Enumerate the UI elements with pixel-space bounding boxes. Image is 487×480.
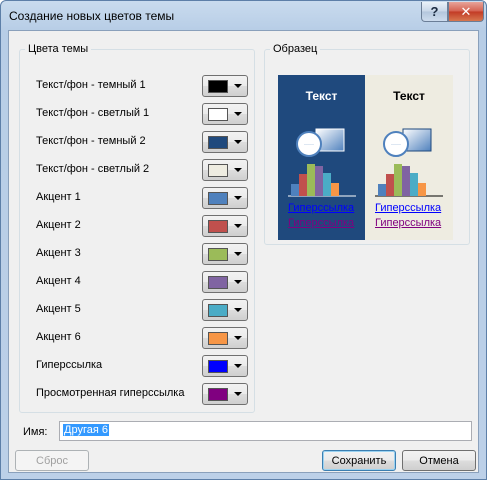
dropdown-arrow-icon: [234, 280, 242, 284]
color-row-label: Гиперссылка: [36, 359, 103, 371]
save-button[interactable]: Сохранить: [322, 450, 396, 471]
dialog-window: Создание новых цветов темы ? ✕ Цвета тем…: [0, 0, 487, 480]
color-row-label: Текст/фон - светлый 1: [36, 107, 150, 119]
dialog-client-area: Цвета темы Текст/фон - темный 1 Текст/фон…: [8, 30, 479, 473]
color-row: Текст/фон - темный 1: [36, 75, 252, 97]
color-picker-button[interactable]: [202, 187, 248, 209]
color-swatch: [208, 304, 228, 317]
color-picker-button[interactable]: [202, 243, 248, 265]
color-row-label: Акцент 1: [36, 191, 81, 203]
sample-dark-visited-hyperlink: Гиперссылка: [288, 217, 355, 229]
sample-dark-title: Текст: [305, 89, 338, 103]
help-button[interactable]: ?: [421, 2, 448, 22]
color-swatch: [208, 164, 228, 177]
color-row: Акцент 1: [36, 187, 252, 209]
sample-group: Образец Текст ····· Гиперссылка Гиперссы…: [264, 43, 470, 245]
color-row-label: Акцент 3: [36, 247, 81, 259]
color-row: Акцент 3: [36, 243, 252, 265]
color-swatch: [208, 332, 228, 345]
name-input-value: Другая 6: [63, 424, 109, 436]
color-swatch: [208, 276, 228, 289]
color-swatch: [208, 136, 228, 149]
sample-light-title: Текст: [393, 89, 425, 103]
dropdown-arrow-icon: [234, 224, 242, 228]
color-row-label: Текст/фон - темный 1: [36, 79, 146, 91]
svg-text:·····: ·····: [391, 142, 401, 148]
dropdown-arrow-icon: [234, 140, 242, 144]
close-icon: ✕: [460, 3, 472, 19]
color-row: Текст/фон - темный 2: [36, 131, 252, 153]
svg-text:·····: ·····: [304, 142, 314, 148]
dropdown-arrow-icon: [234, 196, 242, 200]
color-swatch: [208, 108, 228, 121]
color-row: Акцент 4: [36, 271, 252, 293]
name-input[interactable]: Другая 6: [59, 421, 472, 441]
color-swatch: [208, 220, 228, 233]
window-title: Создание новых цветов темы: [9, 9, 175, 23]
color-row: Просмотренная гиперссылка: [36, 383, 252, 405]
sample-preview-dark: Текст ····· Гиперссылка Гиперссылка: [278, 75, 365, 240]
color-row: Гиперссылка: [36, 355, 252, 377]
sample-legend: Образец: [273, 43, 318, 55]
color-row: Текст/фон - светлый 2: [36, 159, 252, 181]
color-row: Текст/фон - светлый 1: [36, 103, 252, 125]
color-row: Акцент 2: [36, 215, 252, 237]
dropdown-arrow-icon: [234, 392, 242, 396]
color-row: Акцент 6: [36, 327, 252, 349]
cancel-button-label: Отмена: [419, 454, 459, 467]
theme-colors-legend: Цвета темы: [28, 43, 89, 55]
sample-dark-hyperlink: Гиперссылка: [288, 202, 355, 214]
save-button-label: Сохранить: [331, 454, 387, 467]
color-row-label: Акцент 4: [36, 275, 81, 287]
color-row-label: Просмотренная гиперссылка: [36, 387, 185, 399]
sample-light-graphic: ·····: [375, 128, 443, 197]
color-picker-button[interactable]: [202, 271, 248, 293]
sample-preview-light: Текст ····· Гиперссылка Гиперссылка: [365, 75, 453, 240]
help-icon: ?: [430, 4, 439, 19]
dropdown-arrow-icon: [234, 112, 242, 116]
theme-colors-group: Цвета темы Текст/фон - темный 1 Текст/фон…: [19, 43, 255, 413]
color-picker-button[interactable]: [202, 299, 248, 321]
sample-light-visited-hyperlink: Гиперссылка: [375, 217, 442, 229]
dropdown-arrow-icon: [234, 364, 242, 368]
reset-button[interactable]: Сброс: [15, 450, 89, 471]
color-swatch: [208, 388, 228, 401]
color-swatch: [208, 192, 228, 205]
color-picker-button[interactable]: [202, 383, 248, 405]
color-picker-button[interactable]: [202, 355, 248, 377]
color-picker-button[interactable]: [202, 215, 248, 237]
dropdown-arrow-icon: [234, 252, 242, 256]
dropdown-arrow-icon: [234, 84, 242, 88]
color-picker-button[interactable]: [202, 159, 248, 181]
color-picker-button[interactable]: [202, 131, 248, 153]
dropdown-arrow-icon: [234, 168, 242, 172]
color-row-label: Текст/фон - темный 2: [36, 135, 146, 147]
title-bar[interactable]: Создание новых цветов темы ? ✕: [1, 1, 486, 31]
color-swatch: [208, 248, 228, 261]
dropdown-arrow-icon: [234, 308, 242, 312]
cancel-button[interactable]: Отмена: [402, 450, 476, 471]
name-label: Имя:: [23, 426, 48, 438]
color-row-label: Акцент 6: [36, 331, 81, 343]
dropdown-arrow-icon: [234, 336, 242, 340]
color-row-label: Акцент 2: [36, 219, 81, 231]
color-row-label: Акцент 5: [36, 303, 81, 315]
color-row: Акцент 5: [36, 299, 252, 321]
sample-dark-graphic: ·····: [288, 128, 356, 197]
color-row-label: Текст/фон - светлый 2: [36, 163, 150, 175]
color-picker-button[interactable]: [202, 327, 248, 349]
sample-light-hyperlink: Гиперссылка: [375, 202, 442, 214]
color-picker-button[interactable]: [202, 103, 248, 125]
color-picker-button[interactable]: [202, 75, 248, 97]
close-button[interactable]: ✕: [448, 2, 484, 22]
reset-button-label: Сброс: [36, 454, 68, 467]
color-swatch: [208, 360, 228, 373]
color-swatch: [208, 80, 228, 93]
